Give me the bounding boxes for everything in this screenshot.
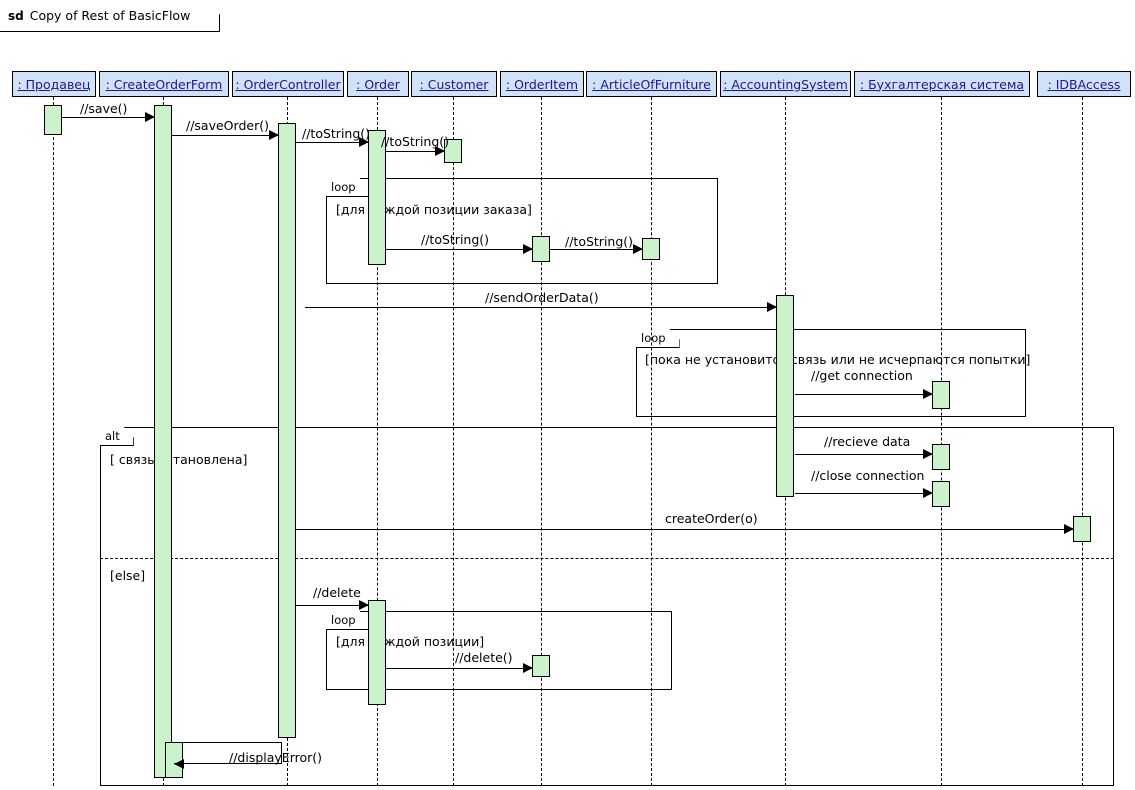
message-arrowhead-8 bbox=[923, 449, 933, 459]
fragment-operator-label: alt bbox=[105, 429, 120, 443]
message-arrowhead-7 bbox=[923, 389, 933, 399]
activation-bar-13[interactable] bbox=[532, 655, 550, 677]
lifeline-stem-4 bbox=[453, 97, 454, 786]
lifeline-stem-8 bbox=[941, 97, 942, 786]
message-label-4: //toString() bbox=[421, 232, 490, 247]
activation-bar-0[interactable] bbox=[44, 105, 62, 135]
lifeline-head-6[interactable]: : ArticleOfFurniture bbox=[586, 71, 717, 97]
message-arrowhead-9 bbox=[923, 488, 933, 498]
message-line-10[interactable] bbox=[296, 529, 1074, 530]
lifeline-head-5[interactable]: : OrderItem bbox=[500, 71, 584, 97]
message-label-12: //delete() bbox=[455, 650, 513, 665]
fragment-operator-label: loop bbox=[331, 180, 356, 194]
diagram-frame-tab: sd Copy of Rest of BasicFlow bbox=[0, 0, 220, 32]
sequence-diagram-canvas: sd Copy of Rest of BasicFlow loop [для ка… bbox=[0, 0, 1135, 790]
lifeline-label: : CreateOrderForm bbox=[105, 76, 223, 92]
fragment-operator-label: loop bbox=[641, 331, 666, 345]
message-label-2: //toString() bbox=[302, 126, 371, 141]
message-label-11: //delete bbox=[313, 585, 361, 600]
message-arrowhead-0 bbox=[145, 112, 155, 122]
message-label-3: //toString() bbox=[381, 134, 450, 149]
activation-bar-11[interactable] bbox=[1073, 516, 1091, 542]
lifeline-label: : OrderController bbox=[235, 76, 341, 92]
fragment-alt-2 bbox=[100, 427, 1114, 786]
message-label-5: //toString() bbox=[565, 234, 634, 249]
lifeline-label: : OrderItem bbox=[505, 76, 579, 92]
message-line-5[interactable] bbox=[550, 249, 643, 250]
fragment-divider-2 bbox=[100, 558, 1114, 559]
fragment-operator-label: loop bbox=[331, 613, 356, 627]
lifeline-label: : Бухгалтерская система bbox=[859, 76, 1025, 92]
lifeline-head-4[interactable]: : Customer bbox=[411, 71, 497, 97]
message-label-6: //sendOrderData() bbox=[485, 290, 599, 305]
lifeline-head-8[interactable]: : Бухгалтерская система bbox=[854, 71, 1030, 97]
activation-bar-6[interactable] bbox=[642, 238, 660, 260]
activation-bar-12[interactable] bbox=[368, 600, 386, 705]
message-line-1[interactable] bbox=[172, 135, 279, 136]
activation-bar-8[interactable] bbox=[932, 381, 950, 409]
activation-bar-2[interactable] bbox=[278, 123, 296, 738]
message-arrowhead-5 bbox=[633, 244, 643, 254]
fragment-guard-3: [для каждой позиции] bbox=[336, 634, 485, 649]
lifeline-head-0[interactable]: : Продавец bbox=[12, 71, 96, 97]
lifeline-label: : Продавец bbox=[17, 76, 91, 92]
message-line-7[interactable] bbox=[795, 394, 933, 395]
message-line-12[interactable] bbox=[386, 668, 533, 669]
fragment-guard-else-2: [else] bbox=[110, 568, 146, 583]
lifeline-label: : Order bbox=[356, 76, 400, 92]
diagram-title: Copy of Rest of BasicFlow bbox=[29, 8, 191, 23]
lifeline-stem-6 bbox=[651, 97, 652, 786]
message-label-9: //close connection bbox=[811, 468, 925, 483]
message-label-7: //get connection bbox=[811, 368, 913, 383]
lifeline-head-9[interactable]: : IDBAccess bbox=[1037, 71, 1131, 97]
lifeline-label: : AccountingSystem bbox=[723, 76, 848, 92]
self-message-arrowhead bbox=[174, 759, 184, 769]
message-arrowhead-4 bbox=[523, 244, 533, 254]
message-line-8[interactable] bbox=[795, 454, 933, 455]
lifeline-stem-9 bbox=[1082, 97, 1083, 786]
message-arrowhead-11 bbox=[359, 600, 369, 610]
self-message-label: //displayError() bbox=[229, 750, 323, 765]
lifeline-label: : ArticleOfFurniture bbox=[592, 76, 711, 92]
lifeline-head-7[interactable]: : AccountingSystem bbox=[720, 71, 851, 97]
message-label-1: //saveOrder() bbox=[186, 118, 269, 133]
lifeline-head-2[interactable]: : OrderController bbox=[232, 71, 344, 97]
lifeline-head-1[interactable]: : CreateOrderForm bbox=[99, 71, 229, 97]
message-arrowhead-12 bbox=[523, 663, 533, 673]
lifeline-label: : IDBAccess bbox=[1047, 76, 1121, 92]
activation-bar-3[interactable] bbox=[368, 130, 386, 265]
frame-keyword: sd bbox=[8, 8, 24, 23]
activation-bar-7[interactable] bbox=[776, 295, 794, 497]
fragment-guard-0: [для каждой позиции заказа] bbox=[336, 202, 532, 217]
lifeline-stem-0 bbox=[53, 97, 54, 786]
activation-bar-10[interactable] bbox=[932, 481, 950, 507]
message-label-0: //save() bbox=[80, 101, 128, 116]
message-line-9[interactable] bbox=[795, 493, 933, 494]
activation-bar-1[interactable] bbox=[154, 105, 172, 778]
lifeline-stem-5 bbox=[541, 97, 542, 786]
message-line-0[interactable] bbox=[62, 117, 155, 118]
message-arrowhead-10 bbox=[1064, 524, 1074, 534]
message-line-6[interactable] bbox=[305, 307, 777, 308]
lifeline-head-3[interactable]: : Order bbox=[347, 71, 409, 97]
fragment-guard-2: [ связь установлена] bbox=[110, 452, 248, 467]
fragment-guard-1: [пока не установится связь или не исчерп… bbox=[645, 352, 1031, 367]
message-arrowhead-6 bbox=[767, 302, 777, 312]
message-label-10: createOrder(o) bbox=[665, 511, 758, 526]
activation-bar-5[interactable] bbox=[532, 236, 550, 262]
lifeline-label: : Customer bbox=[419, 76, 489, 92]
activation-bar-9[interactable] bbox=[932, 444, 950, 470]
message-line-4[interactable] bbox=[386, 249, 533, 250]
message-label-8: //recieve data bbox=[824, 434, 911, 449]
message-arrowhead-1 bbox=[269, 130, 279, 140]
